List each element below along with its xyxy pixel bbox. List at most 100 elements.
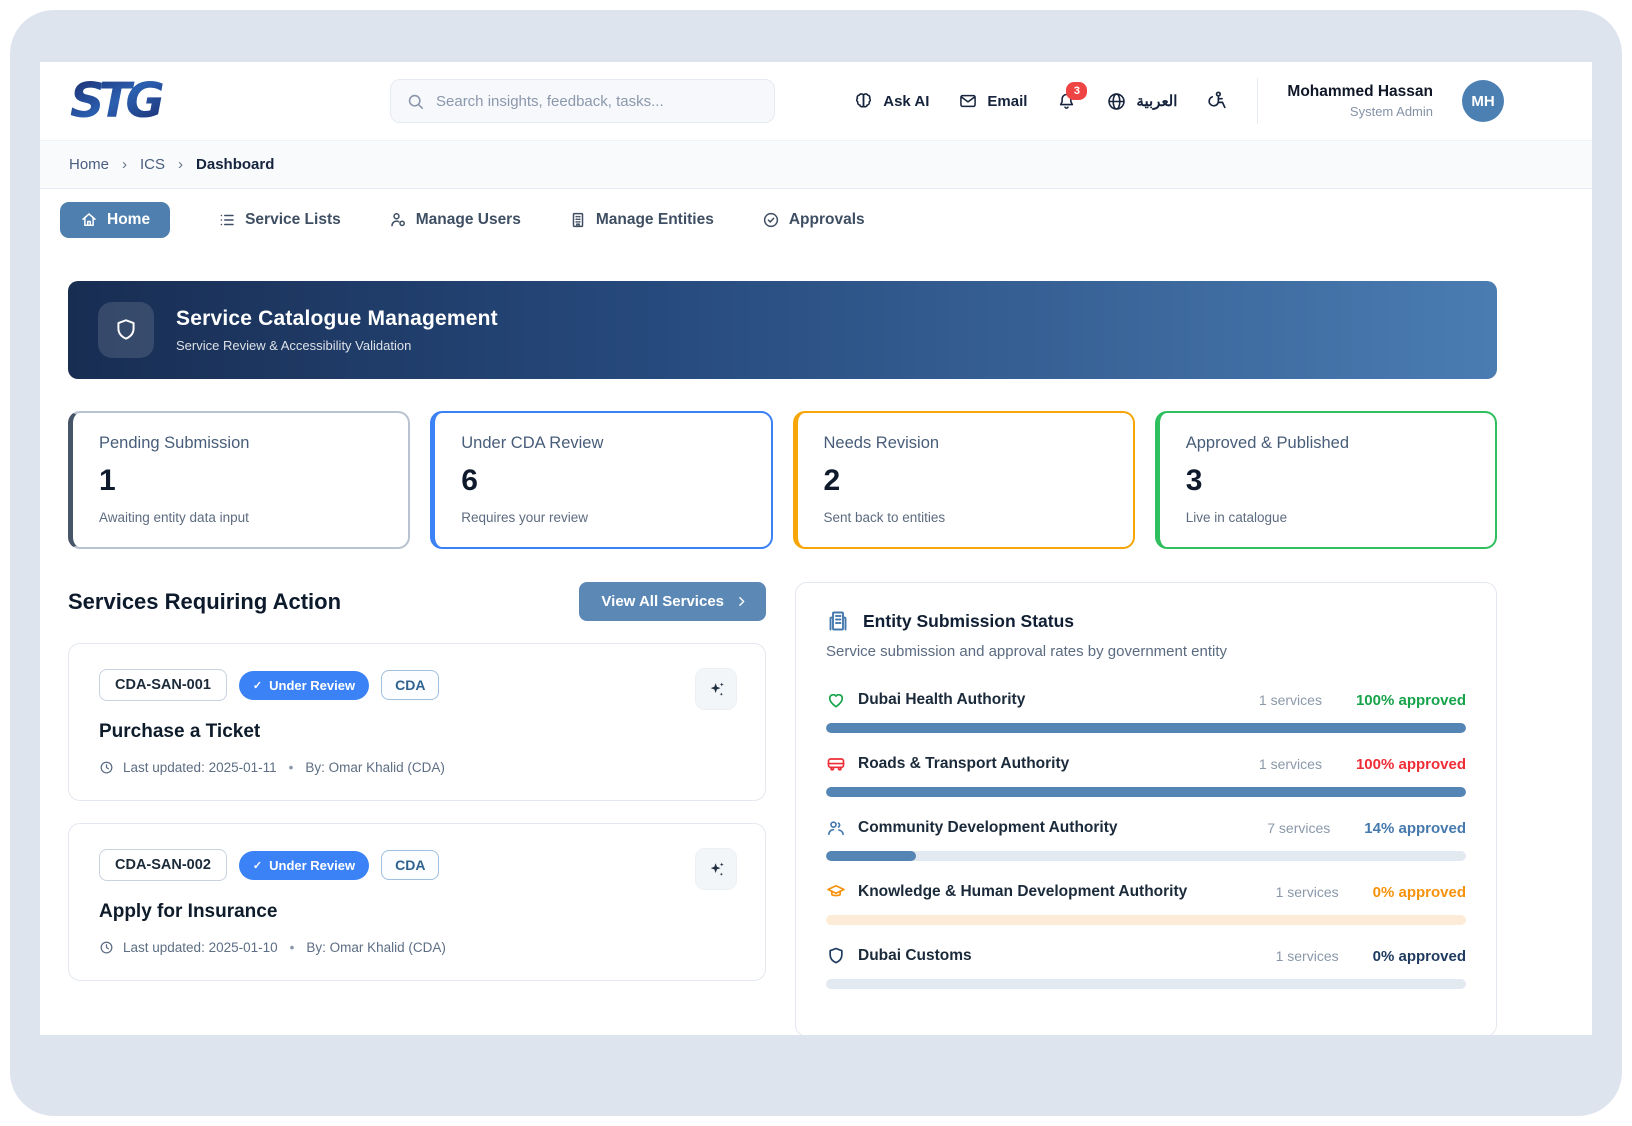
service-code-badge: CDA-SAN-001: [99, 669, 227, 701]
tab-manage-entities-label: Manage Entities: [596, 211, 714, 229]
updated-by: By: Omar Khalid (CDA): [306, 940, 446, 955]
entity-approved-percent: 0% approved: [1373, 884, 1466, 901]
breadcrumb-ics[interactable]: ICS: [140, 156, 165, 173]
accessibility-button[interactable]: [1206, 90, 1228, 112]
entity-approved-percent: 100% approved: [1356, 692, 1466, 709]
stat-card-approved-published[interactable]: Approved & Published 3 Live in catalogue: [1155, 411, 1497, 549]
email-button[interactable]: Email: [958, 91, 1027, 111]
stat-card-pending-submission[interactable]: Pending Submission 1 Awaiting entity dat…: [68, 411, 410, 549]
ask-ai-button[interactable]: Ask AI: [853, 91, 929, 112]
panel-header: Entity Submission Status: [826, 609, 1466, 633]
graduation-cap-icon: [826, 882, 846, 902]
user-name: Mohammed Hassan: [1287, 83, 1433, 101]
progress-bar: [826, 915, 1466, 925]
entity-approved-percent: 14% approved: [1364, 820, 1466, 837]
heart-icon: [826, 690, 846, 710]
list-icon: [218, 211, 236, 229]
view-all-services-button[interactable]: View All Services: [579, 582, 766, 621]
entity-approved-percent: 0% approved: [1373, 948, 1466, 965]
tab-service-lists[interactable]: Service Lists: [218, 211, 341, 229]
view-all-label: View All Services: [601, 593, 724, 610]
check-icon: ✓: [253, 679, 262, 692]
svg-text:STG: STG: [70, 75, 163, 127]
accessibility-icon: [1206, 90, 1228, 112]
updated-by: By: Omar Khalid (CDA): [305, 760, 445, 775]
entity-name: Roads & Transport Authority: [858, 755, 1069, 773]
meta-dot: •: [289, 760, 294, 775]
tab-approvals[interactable]: Approvals: [762, 211, 865, 229]
services-section-header: Services Requiring Action View All Servi…: [68, 582, 766, 621]
breadcrumb-dashboard: Dashboard: [196, 156, 274, 173]
section-title: Services Requiring Action: [68, 589, 341, 615]
ai-sparkles-button[interactable]: [695, 668, 737, 710]
entity-tag-badge: CDA: [381, 670, 439, 700]
progress-fill: [826, 851, 916, 861]
avatar[interactable]: MH: [1462, 80, 1504, 122]
service-title: Apply for Insurance: [99, 901, 735, 923]
tab-home-label: Home: [107, 211, 150, 229]
home-icon: [80, 211, 98, 229]
hero-text: Service Catalogue Management Service Rev…: [176, 307, 498, 353]
stat-card-under-cda-review[interactable]: Under CDA Review 6 Requires your review: [430, 411, 772, 549]
language-switcher[interactable]: العربية: [1106, 91, 1177, 112]
stat-caption: Sent back to entities: [824, 510, 1107, 525]
service-card[interactable]: CDA-SAN-001 ✓Under Review CDA Purchase a…: [68, 643, 766, 801]
chevron-right-icon: ›: [122, 156, 127, 173]
panel-title: Entity Submission Status: [863, 611, 1074, 632]
status-badge: ✓Under Review: [239, 671, 369, 700]
breadcrumb: Home › ICS › Dashboard: [40, 140, 1592, 189]
badge-row: CDA-SAN-002 ✓Under Review CDA: [99, 849, 735, 881]
badge-row: CDA-SAN-001 ✓Under Review CDA: [99, 669, 735, 701]
app-window: STG Search insights, feedback, tasks... …: [40, 62, 1592, 1035]
notification-count-badge: 3: [1066, 82, 1087, 100]
entity-submission-panel: Entity Submission Status Service submiss…: [795, 582, 1497, 1035]
tab-manage-users[interactable]: Manage Users: [389, 211, 521, 229]
shield-icon: [98, 302, 154, 358]
breadcrumb-home[interactable]: Home: [69, 156, 109, 173]
stat-card-needs-revision[interactable]: Needs Revision 2 Sent back to entities: [793, 411, 1135, 549]
stat-title: Needs Revision: [824, 434, 1107, 453]
entity-services-count: 1 services: [1259, 692, 1322, 708]
tab-home[interactable]: Home: [60, 202, 170, 238]
main-nav-tabs: Home Service Lists Manage Users Manage E…: [40, 189, 1592, 251]
chevron-right-icon: [735, 595, 748, 608]
tab-manage-entities[interactable]: Manage Entities: [569, 211, 714, 229]
envelope-icon: [958, 91, 978, 111]
progress-bar: [826, 723, 1466, 733]
header-divider: [1257, 78, 1258, 124]
progress-fill: [826, 723, 1466, 733]
search-input[interactable]: Search insights, feedback, tasks...: [390, 79, 775, 123]
progress-bar: [826, 979, 1466, 989]
entity-row: Roads & Transport Authority 1 services 1…: [826, 754, 1466, 797]
tab-service-lists-label: Service Lists: [245, 211, 341, 229]
services-column: Services Requiring Action View All Servi…: [68, 582, 766, 981]
main-content: Services Requiring Action View All Servi…: [68, 582, 1497, 1035]
shield-icon: [826, 946, 846, 966]
progress-bar: [826, 851, 1466, 861]
user-info[interactable]: Mohammed Hassan System Admin: [1287, 83, 1433, 119]
service-code-badge: CDA-SAN-002: [99, 849, 227, 881]
chevron-right-icon: ›: [178, 156, 183, 173]
user-role: System Admin: [1287, 104, 1433, 119]
ask-ai-label: Ask AI: [883, 93, 929, 110]
check-circle-icon: [762, 211, 780, 229]
progress-bar: [826, 787, 1466, 797]
entity-name: Community Development Authority: [858, 819, 1118, 837]
building-icon: [569, 211, 587, 229]
ai-sparkles-button[interactable]: [695, 848, 737, 890]
entity-tag-badge: CDA: [381, 850, 439, 880]
brain-icon: [853, 91, 874, 112]
check-icon: ✓: [253, 859, 262, 872]
service-card[interactable]: CDA-SAN-002 ✓Under Review CDA Apply for …: [68, 823, 766, 981]
page-title: Service Catalogue Management: [176, 307, 498, 331]
notifications-button[interactable]: 3: [1056, 91, 1077, 112]
email-label: Email: [987, 93, 1027, 110]
entity-row: Dubai Health Authority 1 services 100% a…: [826, 690, 1466, 733]
meta-dot: •: [290, 940, 295, 955]
last-updated: Last updated: 2025-01-11: [123, 760, 277, 775]
entity-row: Community Development Authority 7 servic…: [826, 818, 1466, 861]
stat-title: Pending Submission: [99, 434, 382, 453]
stat-cards: Pending Submission 1 Awaiting entity dat…: [68, 411, 1497, 549]
entity-approved-percent: 100% approved: [1356, 756, 1466, 773]
user-gear-icon: [389, 211, 407, 229]
